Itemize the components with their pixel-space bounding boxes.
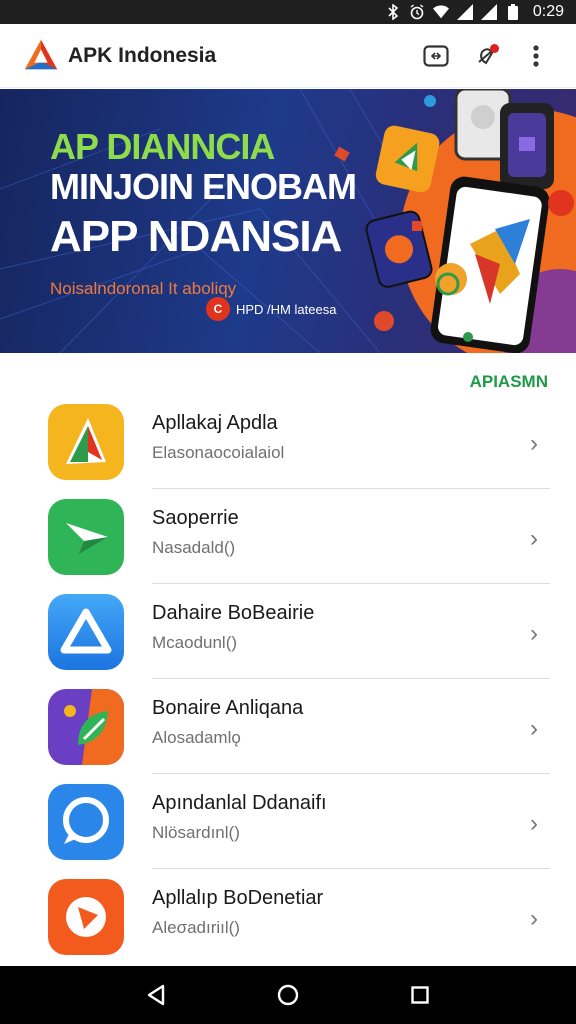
banner-line-3: APP NDANSIA xyxy=(50,212,342,261)
list-item[interactable]: Apllakaj Apdla Elasonaocoialaiol › xyxy=(0,394,576,489)
list-item[interactable]: Apındanlal Ddanaifı Nlösardınl() › xyxy=(0,774,576,869)
banner-brand: C HPD /HM lateesa xyxy=(206,297,336,321)
banner-text: AP DIANNCIA MINJOIN ENOBAM APP NDANSIA N… xyxy=(50,126,357,299)
paint-leaf-icon xyxy=(48,689,124,765)
recents-icon xyxy=(411,986,429,1004)
list-item[interactable]: Apllalıp BoDenetiar Aleσadıriıl() › xyxy=(0,869,576,964)
app-name: Saoperrie xyxy=(152,507,239,529)
list-item-text: Apllakaj Apdla Elasonaocoialaiol xyxy=(152,412,284,463)
app-logo-icon xyxy=(24,39,58,69)
app-subtitle: Alosadamlǫ xyxy=(152,728,241,747)
bluetooth-icon xyxy=(385,4,401,20)
notification-button[interactable] xyxy=(464,34,508,78)
section-label[interactable]: APIASMN xyxy=(470,372,548,392)
wifi-icon xyxy=(432,4,449,20)
brand-label: HPD /HM lateesa xyxy=(236,301,337,317)
chevron-right-icon: › xyxy=(530,620,538,647)
more-vert-icon xyxy=(533,44,539,67)
system-nav-bar xyxy=(0,966,576,1024)
app-name: Bonaire Anliqana xyxy=(152,697,304,719)
app-name: Apllalıp BoDenetiar xyxy=(152,887,324,909)
list-item-text: Dahaire BoBeairie Mcaodunl() xyxy=(152,602,314,653)
list-item[interactable]: Saoperrie Nasadald() › xyxy=(0,489,576,584)
app-subtitle: Nasadald() xyxy=(152,538,236,557)
banner-subtitle: Noisalndoronal It aboliqy xyxy=(50,279,237,298)
chevron-right-icon: › xyxy=(530,905,538,932)
chevron-right-icon: › xyxy=(530,430,538,457)
brand-badge: C xyxy=(206,297,230,321)
back-button[interactable] xyxy=(136,975,176,1015)
chevron-right-icon: › xyxy=(530,525,538,552)
promo-banner[interactable]: AP DIANNCIA MINJOIN ENOBAM APP NDANSIA N… xyxy=(0,89,576,353)
list-item[interactable]: Bonaire Anliqana Alosadamlǫ › xyxy=(0,679,576,774)
app-title: APK Indonesia xyxy=(68,43,217,67)
play-arrow-icon xyxy=(48,879,124,955)
status-bar: 0:29 xyxy=(0,0,576,24)
app-subtitle: Mcaodunl() xyxy=(152,633,238,652)
signal-icon xyxy=(480,4,497,20)
send-arrow-icon xyxy=(48,499,124,575)
back-icon xyxy=(147,984,165,1006)
chat-bubble-icon xyxy=(48,784,124,860)
signal-icon xyxy=(456,4,473,20)
notification-dot xyxy=(490,43,499,53)
alarm-icon xyxy=(409,4,425,20)
app-name: Apındanlal Ddanaifı xyxy=(152,792,327,814)
app-subtitle: Elasonaocoialaiol xyxy=(152,443,285,462)
status-time: 0:29 xyxy=(532,3,564,20)
app-subtitle: Nlösardınl() xyxy=(152,823,240,842)
play-triangle-icon xyxy=(48,404,124,480)
app-bar: APK Indonesia xyxy=(0,24,576,88)
home-icon xyxy=(277,984,299,1006)
battery-icon xyxy=(505,4,521,20)
home-button[interactable] xyxy=(268,975,308,1015)
app-subtitle: Aleσadıriıl() xyxy=(152,918,240,937)
list-item-text: Apllalıp BoDenetiar Aleσadıriıl() xyxy=(152,887,323,938)
list-item-text: Bonaire Anliqana Alosadamlǫ xyxy=(152,697,303,748)
chevron-right-icon: › xyxy=(530,715,538,742)
app-list: Apllakaj Apdla Elasonaocoialaiol › Saope… xyxy=(0,394,576,964)
more-options-button[interactable] xyxy=(514,34,558,78)
chevron-right-icon: › xyxy=(530,810,538,837)
banner-line-2: MINJOIN ENOBAM xyxy=(50,166,357,207)
list-item-text: Apındanlal Ddanaifı Nlösardınl() xyxy=(152,792,327,843)
cast-icon xyxy=(423,44,449,67)
app-name: Dahaire BoBeairie xyxy=(152,602,315,624)
list-item-text: Saoperrie Nasadald() xyxy=(152,507,239,558)
triangle-icon xyxy=(48,594,124,670)
list-item[interactable]: Dahaire BoBeairie Mcaodunl() › xyxy=(0,584,576,679)
app-name: Apllakaj Apdla xyxy=(152,412,278,434)
banner-headline: AP DIANNCIA xyxy=(50,126,275,167)
cast-button[interactable] xyxy=(414,34,458,78)
recents-button[interactable] xyxy=(400,975,440,1015)
